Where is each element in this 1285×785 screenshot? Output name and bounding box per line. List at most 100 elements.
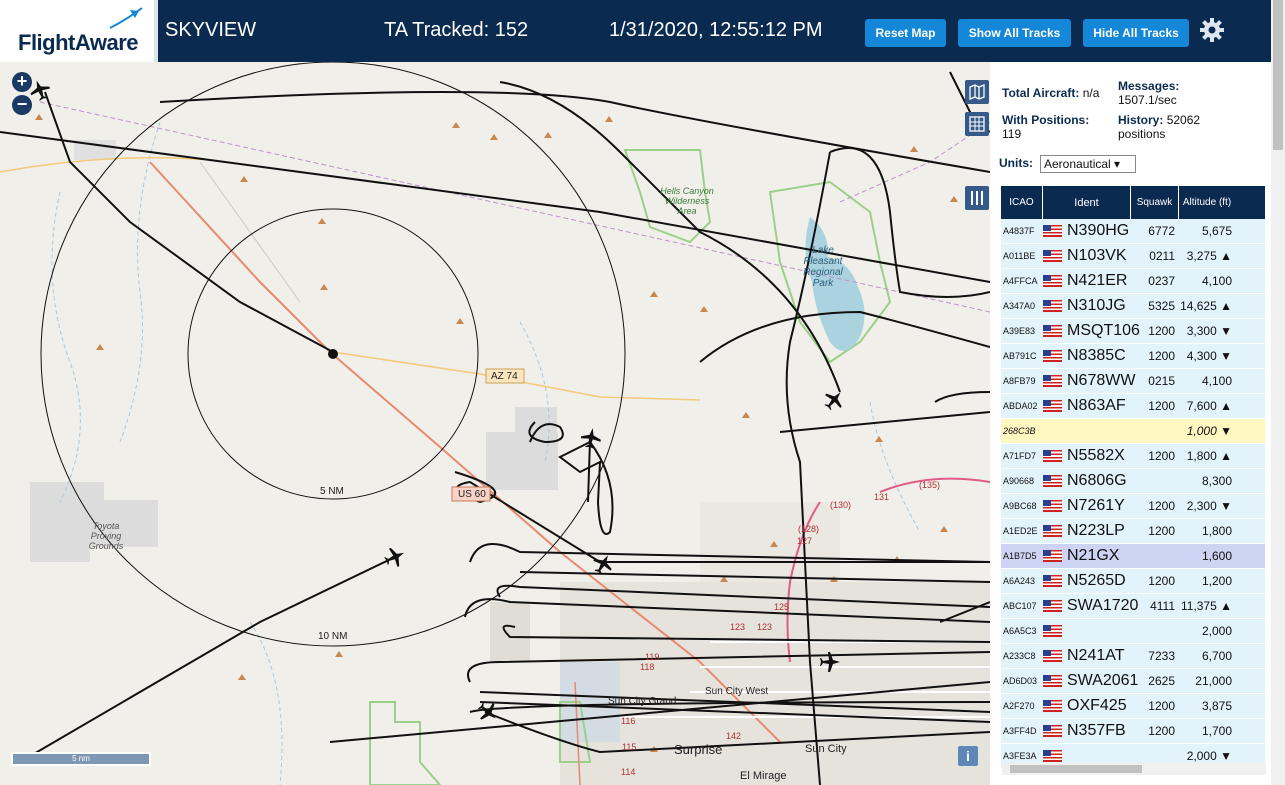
history-stat: History: 52062 positions xyxy=(1118,113,1228,141)
place-label: Sun City Grand xyxy=(608,696,677,707)
ident-cell: N678WW xyxy=(1043,372,1135,390)
column-header-ident[interactable]: Ident xyxy=(1043,186,1131,219)
icao-cell: A3FE3A xyxy=(1003,751,1037,761)
ident-cell: N223LP xyxy=(1043,522,1131,540)
table-row[interactable]: A011BE N103VK 0211 3,275 ▲ xyxy=(1001,244,1265,269)
squawk-cell: 1200 xyxy=(1148,699,1175,713)
range-ring-label: 10 NM xyxy=(318,631,348,642)
map-scale: 5 nm xyxy=(11,752,151,766)
map-canvas[interactable] xyxy=(0,62,990,785)
us-flag-icon xyxy=(1043,750,1062,762)
history-label: History: xyxy=(1118,113,1164,127)
ident-cell xyxy=(1043,625,1131,637)
icao-cell: A1B7D5 xyxy=(1003,551,1037,561)
show-all-tracks-button[interactable]: Show All Tracks xyxy=(958,19,1071,47)
us-flag-icon xyxy=(1043,450,1062,462)
table-row[interactable]: AD6D03 SWA2061 2625 21,000 xyxy=(1001,669,1265,694)
ident-text: SWA1720 xyxy=(1067,597,1139,614)
ident-cell: OXF425 xyxy=(1043,697,1131,715)
altitude-cell: 7,600 ▲ xyxy=(1186,399,1232,413)
table-row[interactable]: ABC107 SWA1720 4111 11,375 ▲ xyxy=(1001,594,1265,619)
ident-cell: N241AT xyxy=(1043,647,1131,665)
icao-cell: AB791C xyxy=(1003,351,1037,361)
altitude-cell: 3,275 ▲ xyxy=(1186,249,1232,263)
squawk-cell: 1200 xyxy=(1148,524,1175,538)
flightaware-logo[interactable]: FlightAware xyxy=(0,0,158,62)
altitude-cell: 2,300 ▼ xyxy=(1186,499,1232,513)
info-button[interactable]: i xyxy=(958,746,978,766)
ident-text: OXF425 xyxy=(1067,697,1127,714)
icao-cell: A6A5C3 xyxy=(1003,626,1037,636)
table-row[interactable]: A3FF4D N357FB 1200 1,700 xyxy=(1001,719,1265,744)
table-row[interactable]: A71FD7 N5582X 1200 1,800 ▲ xyxy=(1001,444,1265,469)
zoom-in-button[interactable]: + xyxy=(12,72,32,92)
road-number: (128) xyxy=(798,524,820,534)
table-row[interactable]: A233C8 N241AT 7233 6,700 xyxy=(1001,644,1265,669)
us-flag-icon xyxy=(1043,300,1062,312)
units-select[interactable]: Aeronautical ▾ xyxy=(1040,155,1136,173)
table-row[interactable]: 268C3B 1,000 ▼ xyxy=(1001,419,1265,444)
aircraft-sidebar: Total Aircraft: n/a With Positions: 119 M… xyxy=(990,62,1285,785)
road-number: (135) xyxy=(919,480,941,490)
table-row[interactable]: A6A243 N5265D 1200 1,200 xyxy=(1001,569,1265,594)
area-label: Toyota Proving Grounds xyxy=(88,521,124,551)
road-number: 125 xyxy=(774,602,790,612)
horizontal-scrollbar[interactable] xyxy=(1002,763,1266,775)
table-header: ICAO Ident Squawk Altitude (ft) xyxy=(1001,186,1265,219)
table-row[interactable]: A39E83 MSQT106 1200 3,300 ▼ xyxy=(1001,319,1265,344)
us-flag-icon xyxy=(1043,675,1062,687)
table-row[interactable]: A1ED2E N223LP 1200 1,800 xyxy=(1001,519,1265,544)
table-row[interactable]: ABDA02 N863AF 1200 7,600 ▲ xyxy=(1001,394,1265,419)
ident-text: N421ER xyxy=(1067,272,1128,289)
table-row[interactable]: A1B7D5 N21GX 1,600 xyxy=(1001,544,1265,569)
icao-cell: A347A0 xyxy=(1003,301,1036,311)
total-aircraft-stat: Total Aircraft: n/a xyxy=(1002,86,1117,100)
tracked-count: TA Tracked: 152 xyxy=(384,19,529,41)
vertical-scrollbar[interactable] xyxy=(1271,0,1285,785)
table-row[interactable]: A6A5C3 2,000 xyxy=(1001,619,1265,644)
scrollbar-thumb[interactable] xyxy=(1010,765,1142,773)
ident-text: N5265D xyxy=(1067,572,1126,589)
road-number: 119 xyxy=(645,652,660,662)
column-header-squawk[interactable]: Squawk xyxy=(1131,186,1179,219)
table-row[interactable]: A4FFCA N421ER 0237 4,100 xyxy=(1001,269,1265,294)
table-row[interactable]: A90668 N6806G 8,300 xyxy=(1001,469,1265,494)
icao-cell: A8FB79 xyxy=(1003,376,1036,386)
squawk-cell: 0211 xyxy=(1149,249,1175,263)
place-label: Sun City West xyxy=(705,686,769,697)
ident-cell: SWA2061 xyxy=(1043,672,1138,690)
squawk-cell: 1200 xyxy=(1148,499,1175,513)
logo-plane-icon xyxy=(109,7,143,29)
hide-all-tracks-button[interactable]: Hide All Tracks xyxy=(1083,19,1189,47)
column-header-icao[interactable]: ICAO xyxy=(1001,186,1043,219)
grid-icon[interactable] xyxy=(965,112,989,136)
table-row[interactable]: A9BC68 N7261Y 1200 2,300 ▼ xyxy=(1001,494,1265,519)
table-body: A4837F N390HG 6772 5,675 A011BE N103VK 0211 3,2… xyxy=(1001,219,1265,769)
ident-text: N223LP xyxy=(1067,522,1125,539)
table-row[interactable]: A4837F N390HG 6772 5,675 xyxy=(1001,219,1265,244)
table-row[interactable]: A2F270 OXF425 1200 3,875 xyxy=(1001,694,1265,719)
zoom-out-button[interactable]: − xyxy=(12,95,32,115)
ident-text: N8385C xyxy=(1067,347,1126,364)
us-flag-icon xyxy=(1043,650,1062,662)
table-row[interactable]: A8FB79 N678WW 0215 4,100 xyxy=(1001,369,1265,394)
messages-label: Messages: xyxy=(1118,79,1180,93)
us-flag-icon xyxy=(1043,575,1062,587)
icao-cell: A233C8 xyxy=(1003,651,1036,661)
map-view[interactable]: AZ 74 US 60 5 NM 10 NM Hells Canyon Wild… xyxy=(0,62,990,785)
table-row[interactable]: A347A0 N310JG 5325 14,625 ▲ xyxy=(1001,294,1265,319)
altitude-cell: 3,875 xyxy=(1201,699,1232,713)
ident-cell: N5582X xyxy=(1043,447,1131,465)
ident-text: N678WW xyxy=(1067,372,1136,389)
altitude-cell: 1,800 xyxy=(1201,524,1232,538)
reset-map-button[interactable]: Reset Map xyxy=(865,19,946,47)
table-row[interactable]: AB791C N8385C 1200 4,300 ▼ xyxy=(1001,344,1265,369)
columns-icon[interactable] xyxy=(965,186,989,210)
altitude-cell: 11,375 ▲ xyxy=(1180,599,1232,613)
icao-cell: ABC107 xyxy=(1003,601,1037,611)
map-layers-icon[interactable] xyxy=(965,80,989,104)
gear-icon[interactable] xyxy=(1199,17,1225,43)
scrollbar-thumb[interactable] xyxy=(1273,0,1283,150)
column-header-altitude[interactable]: Altitude (ft) xyxy=(1179,186,1235,219)
altitude-cell: 4,300 ▼ xyxy=(1186,349,1232,363)
